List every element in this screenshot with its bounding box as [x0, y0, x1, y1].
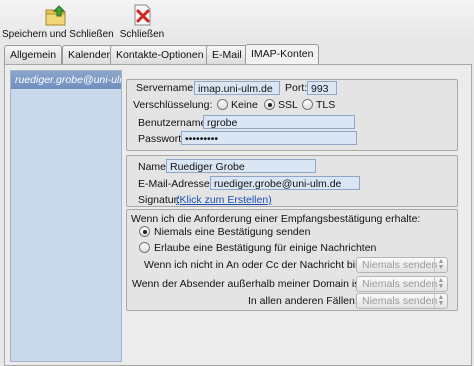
password-field[interactable]: •••••••••	[181, 131, 357, 145]
encryption-tls-radio[interactable]	[302, 99, 313, 110]
encryption-none-label: Keine	[231, 99, 258, 111]
rule-outside-domain-value: Niemals senden	[362, 278, 438, 290]
save-and-close-label: Speichern und Schließen	[2, 29, 114, 40]
receipt-allow-radio[interactable]	[139, 242, 150, 253]
select-arrows-icon: ▲ ▼	[434, 258, 447, 272]
account-list-item[interactable]: ruediger.grobe@uni-ulm.de	[11, 71, 121, 89]
port-field[interactable]: 993	[307, 81, 337, 95]
rule-other-cases-label: In allen anderen Fällen:	[248, 295, 358, 307]
rule-other-cases-select[interactable]: Niemals senden ▲ ▼	[356, 293, 448, 309]
rule-not-recipient-label: Wenn ich nicht in An oder Cc der Nachric…	[144, 259, 364, 271]
receipt-never-radio[interactable]	[139, 226, 150, 237]
select-arrows-icon: ▲ ▼	[434, 294, 447, 308]
username-field[interactable]: rgrobe	[203, 115, 355, 129]
name-label: Name:	[138, 161, 169, 173]
encryption-none-radio[interactable]	[217, 99, 228, 110]
receipt-never-label: Niemals eine Bestätigung senden	[154, 226, 311, 238]
rule-not-recipient-select[interactable]: Niemals senden ▲ ▼	[356, 257, 448, 273]
folder-save-icon	[45, 5, 66, 26]
tab-kontakte-optionen[interactable]: Kontakte-Optionen	[110, 45, 210, 64]
encryption-ssl-label: SSL	[278, 99, 298, 111]
username-label: Benutzername:	[138, 117, 210, 129]
tab-imap-konten[interactable]: IMAP-Konten	[245, 44, 320, 65]
port-label: Port:	[285, 82, 308, 94]
receipt-allow-label: Erlaube eine Bestätigung für einige Nach…	[154, 242, 377, 254]
save-and-close-button[interactable]: Speichern und Schließen	[2, 2, 114, 42]
tab-kalender[interactable]: Kalender	[62, 45, 117, 64]
encryption-ssl-radio[interactable]	[264, 99, 275, 110]
create-signature-link[interactable]: (Klick zum Erstellen)	[176, 194, 272, 206]
select-arrows-icon: ▲ ▼	[434, 277, 447, 291]
rule-outside-domain-label: Wenn der Absender außerhalb meiner Domai…	[132, 278, 366, 290]
email-label: E-Mail-Adresse:	[138, 178, 213, 190]
encryption-label: Verschlüsselung:	[133, 99, 213, 111]
email-field[interactable]: ruediger.grobe@uni-ulm.de	[210, 176, 360, 190]
password-label: Passwort:	[138, 133, 185, 145]
tab-allgemein[interactable]: Allgemein	[4, 45, 63, 64]
read-receipt-intro: Wenn ich die Anforderung einer Empfangsb…	[131, 213, 421, 225]
name-field[interactable]: Ruediger Grobe	[166, 159, 316, 173]
close-document-icon	[134, 4, 151, 26]
tab-e-mail[interactable]: E-Mail	[206, 45, 248, 64]
rule-outside-domain-select[interactable]: Niemals senden ▲ ▼	[356, 276, 448, 292]
toolbar: Speichern und Schließen Schließen	[0, 0, 474, 44]
rule-other-cases-value: Niemals senden	[362, 295, 438, 307]
servername-label: Servername:	[136, 82, 197, 94]
signature-label: Signatur:	[138, 194, 181, 206]
close-button[interactable]: Schließen	[116, 2, 168, 42]
servername-field[interactable]: imap.uni-ulm.de	[194, 81, 280, 95]
close-label: Schließen	[119, 29, 165, 40]
account-list[interactable]: ruediger.grobe@uni-ulm.de	[10, 70, 122, 362]
rule-not-recipient-value: Niemals senden	[362, 259, 438, 271]
encryption-tls-label: TLS	[316, 99, 336, 111]
